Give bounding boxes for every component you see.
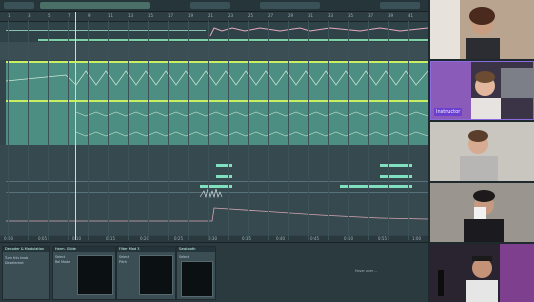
device-text: Deselected [5, 261, 24, 265]
grid-line [8, 21, 9, 240]
ruler-tick: 39 [388, 13, 394, 18]
device-title: Sawtooth [177, 247, 215, 252]
device-text: Pitch [119, 260, 128, 264]
participant-video[interactable] [430, 122, 534, 181]
time-tick: 0:25 [174, 236, 183, 241]
ruler-tick: 33 [328, 13, 334, 18]
ruler-tick: 27 [268, 13, 274, 18]
view-buttons[interactable] [380, 2, 420, 9]
person-thumbnail [430, 183, 534, 242]
automation-lane[interactable] [0, 22, 428, 42]
daw-window: 1 3 5 7 9 11 13 15 17 19 21 23 25 27 29 31 33 35 37 39 41 [0, 0, 428, 302]
time-tick: 0:10 [72, 236, 81, 241]
grid-line [228, 21, 229, 240]
participant-video[interactable]: Instructor [430, 61, 534, 120]
device-text: Select [119, 255, 130, 259]
device-title: Decoder & Modulation [3, 247, 49, 252]
time-tick: 0:35 [242, 236, 251, 241]
ruler-tick: 1 [8, 13, 11, 18]
grid-line [108, 21, 109, 240]
transport-controls[interactable] [190, 2, 230, 9]
grid-line [328, 21, 329, 240]
grid-line [208, 21, 209, 240]
pattern-clip-1[interactable] [6, 61, 428, 101]
person-thumbnail [430, 0, 534, 59]
ruler-tick: 23 [228, 13, 234, 18]
grid-line [408, 21, 409, 240]
ruler-tick: 21 [208, 13, 214, 18]
ruler-tick: 9 [88, 13, 91, 18]
song-position-bar[interactable] [40, 2, 150, 9]
ruler-tick: 5 [48, 13, 51, 18]
device-display [77, 255, 113, 295]
grid-line [128, 21, 129, 240]
timeline-ruler[interactable]: 1 3 5 7 9 11 13 15 17 19 21 23 25 27 29 31 33 35 37 39 41 [0, 12, 428, 22]
clip-waveform [6, 70, 428, 86]
time-tick: 0:05 [38, 236, 47, 241]
device-text: Turn this knob [5, 256, 29, 260]
ruler-tick: 3 [28, 13, 31, 18]
ruler-tick: 19 [188, 13, 194, 18]
ruler-tick: 41 [408, 13, 414, 18]
ruler-tick: 31 [308, 13, 314, 18]
time-tick: 0:30 [208, 236, 217, 241]
grid-line [388, 21, 389, 240]
device-rack: Decoder & Modulation Turn this knob Dese… [0, 242, 428, 302]
device-panel[interactable]: Decoder & Modulation Turn this knob Dese… [2, 246, 50, 300]
ruler-tick: 11 [108, 13, 114, 18]
device-hint: Hover over ... [355, 269, 378, 273]
empty-lane[interactable] [0, 42, 428, 60]
participant-video[interactable] [430, 0, 534, 59]
tempo-display[interactable] [260, 2, 320, 9]
ruler-tick: 15 [148, 13, 154, 18]
time-tick: 0:55 [378, 236, 387, 241]
menu-button[interactable] [4, 2, 34, 9]
grid-line [68, 21, 69, 240]
device-panel[interactable]: Sawtooth Select [176, 246, 216, 300]
person-thumbnail [430, 244, 534, 302]
grid-line [88, 21, 89, 240]
device-panel[interactable]: Filter Mod 3 Select Pitch [116, 246, 176, 300]
device-text: Rel Mode [55, 260, 71, 264]
grid-line [168, 21, 169, 240]
ruler-tick: 25 [248, 13, 254, 18]
participant-video[interactable] [430, 244, 534, 302]
ruler-tick: 13 [128, 13, 134, 18]
device-text: Select [179, 255, 190, 259]
ruler-tick: 37 [368, 13, 374, 18]
device-title: Filter Mod 3 [117, 247, 175, 252]
playhead[interactable] [75, 12, 76, 240]
time-tick: 1:00 [412, 236, 421, 241]
device-panel[interactable]: Harm. Glide Select Rel Mode [52, 246, 116, 300]
ruler-tick: 35 [348, 13, 354, 18]
grid-line [348, 21, 349, 240]
ruler-tick: 17 [168, 13, 174, 18]
velocity-curve [6, 188, 428, 222]
clip-notes [75, 111, 428, 137]
note-lane[interactable] [0, 145, 428, 235]
device-title: Harm. Glide [53, 247, 115, 252]
grid-line [48, 21, 49, 240]
grid-line [28, 21, 29, 240]
participant-video[interactable] [430, 183, 534, 242]
grid-line [268, 21, 269, 240]
grid-line [248, 21, 249, 240]
grid-line [288, 21, 289, 240]
device-text: Select [55, 255, 66, 259]
grid-line [188, 21, 189, 240]
grid-line [368, 21, 369, 240]
device-display [139, 255, 173, 295]
grid-line [308, 21, 309, 240]
pattern-clip-2[interactable] [6, 100, 428, 146]
device-display [181, 261, 213, 297]
grid-line [148, 21, 149, 240]
person-thumbnail [430, 122, 534, 181]
time-tick: 0:40 [276, 236, 285, 241]
transport-bar [0, 0, 428, 12]
automation-curve [209, 27, 428, 37]
ruler-tick: 7 [68, 13, 71, 18]
time-tick: 0:45 [310, 236, 319, 241]
speaker-tag: Instructor [434, 108, 463, 116]
ruler-tick: 29 [288, 13, 294, 18]
